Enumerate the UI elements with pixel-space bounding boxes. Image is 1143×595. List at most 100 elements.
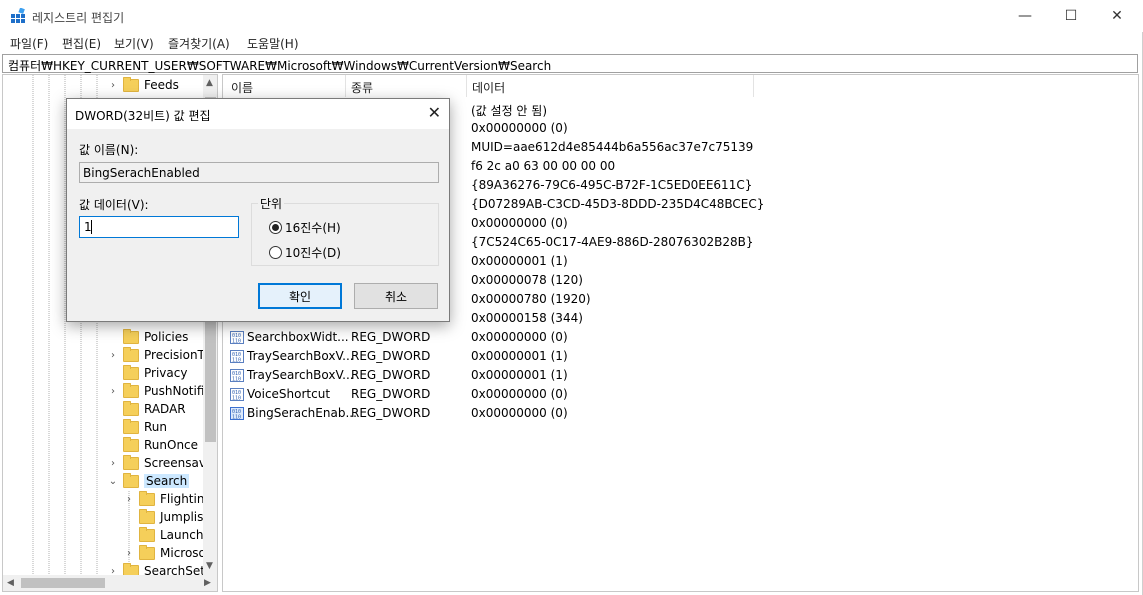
row-data: 0x00000000 (0) [471, 330, 568, 344]
registry-editor-window: 레지스트리 편집기 — ☐ ✕ 파일(F) 편집(E) 보기(V) 즐겨찾기(A… [0, 0, 1143, 595]
dialog-close-icon[interactable]: ✕ [428, 103, 441, 122]
text-caret [91, 220, 92, 234]
reg-binary-value-icon: 010110 [230, 369, 244, 382]
radio-decimal[interactable]: 10진수(D) [269, 244, 341, 261]
expand-chevron-icon [123, 529, 135, 541]
tree-horizontal-scrollbar[interactable]: ◀ ▶ [3, 575, 217, 591]
folder-icon [139, 490, 155, 506]
folder-icon [139, 544, 155, 560]
dialog-title-bar[interactable]: DWORD(32비트) 값 편집 ✕ [67, 99, 449, 129]
svg-text:110: 110 [232, 396, 241, 402]
row-data: MUID=aae612d4e85444b6a556ac37e7c75139 [471, 140, 754, 154]
tree-item-screensave[interactable]: › Screensave [107, 454, 213, 472]
folder-icon [123, 400, 139, 416]
tree-item-feeds[interactable]: › Feeds [107, 76, 179, 94]
row-data: 0x00000001 (1) [471, 368, 568, 382]
cancel-button[interactable]: 취소 [354, 283, 438, 309]
expand-chevron-icon [107, 331, 119, 343]
menu-file[interactable]: 파일(F) [10, 35, 48, 52]
row-data: 0x00000001 (1) [471, 254, 568, 268]
expand-chevron-icon[interactable]: › [107, 349, 119, 361]
maximize-button[interactable]: ☐ [1048, 0, 1094, 32]
tree-item-policies[interactable]: Policies [107, 328, 188, 346]
row-data: 0x00000000 (0) [471, 216, 568, 230]
row-name: TraySearchBoxV... [247, 349, 354, 363]
expand-chevron-icon[interactable]: › [107, 457, 119, 469]
expand-chevron-icon [123, 511, 135, 523]
address-bar[interactable]: 컴퓨터₩HKEY_CURRENT_USER₩SOFTWARE₩Microsoft… [2, 54, 1138, 73]
reg-binary-value-icon: 010110 [230, 331, 244, 344]
column-header-type[interactable]: 종류 [351, 79, 373, 96]
scroll-right-arrow-icon[interactable]: ▶ [204, 578, 211, 588]
column-separator[interactable] [753, 75, 754, 97]
expand-chevron-icon[interactable]: › [107, 79, 119, 91]
row-data: {D07289AB-C3CD-45D3-8DDD-235D4C48BCEC} [471, 197, 765, 211]
tree-item-privacy[interactable]: Privacy [107, 364, 187, 382]
tree-item-runonce[interactable]: RunOnce [107, 436, 198, 454]
row-name: BingSerachEnab... [247, 406, 357, 420]
column-separator[interactable] [345, 75, 346, 97]
column-header-data[interactable]: 데이터 [472, 79, 505, 96]
base-label: 단위 [258, 195, 285, 212]
tree-horizontal-scroll-thumb[interactable] [21, 578, 105, 588]
table-row[interactable]: 010 110 VoiceShortcut REG_DWORD 0x0000000… [223, 385, 1138, 404]
folder-icon [123, 418, 139, 434]
column-header-name[interactable]: 이름 [231, 79, 253, 96]
tree-item-microso[interactable]: › Microso [123, 544, 206, 562]
close-button[interactable]: ✕ [1094, 0, 1140, 32]
folder-icon [123, 382, 139, 398]
folder-icon [139, 526, 155, 542]
reg-binary-value-icon: 010110 [230, 407, 244, 420]
row-name: SearchboxWidt... [247, 330, 349, 344]
tree-item-jumplist[interactable]: Jumplist [123, 508, 208, 526]
table-row[interactable]: 010 110 SearchboxWidt... REG_DWORD 0x0000… [223, 328, 1138, 347]
tree-item-pushnotific[interactable]: › PushNotific [107, 382, 211, 400]
minimize-button[interactable]: — [1002, 0, 1048, 32]
folder-icon [123, 454, 139, 470]
folder-icon [123, 346, 139, 362]
folder-icon [123, 328, 139, 344]
scroll-up-arrow-icon[interactable]: ▲ [206, 78, 213, 88]
scroll-down-arrow-icon[interactable]: ▼ [206, 561, 213, 571]
ok-button[interactable]: 확인 [258, 283, 342, 309]
row-data: 0x00000000 (0) [471, 121, 568, 135]
menu-favorites[interactable]: 즐겨찾기(A) [168, 35, 230, 52]
menu-view[interactable]: 보기(V) [114, 35, 154, 52]
tree-item-launch[interactable]: Launch [123, 526, 203, 544]
radio-hexadecimal[interactable]: 16진수(H) [269, 219, 341, 236]
column-separator[interactable] [466, 75, 467, 97]
svg-text:110: 110 [232, 339, 241, 345]
table-row[interactable]: 010 110 BingSerachEnab... REG_DWORD 0x000… [223, 404, 1138, 423]
row-data: 0x00000000 (0) [471, 387, 568, 401]
radio-unselected-icon[interactable] [269, 246, 282, 259]
expand-chevron-icon[interactable]: › [123, 547, 135, 559]
row-data: {7C524C65-0C17-4AE9-886D-28076302B28B} [471, 235, 754, 249]
row-data: (값 설정 안 됨) [471, 104, 548, 118]
svg-text:110: 110 [232, 358, 241, 364]
value-data-input[interactable]: 1 [79, 216, 239, 238]
value-name-field: BingSerachEnabled [79, 162, 439, 183]
row-data: 0x00000078 (120) [471, 273, 583, 287]
tree-item-radar[interactable]: RADAR [107, 400, 186, 418]
row-data: {89A36276-79C6-495C-B72F-1C5ED0EE611C} [471, 178, 753, 192]
window-title: 레지스트리 편집기 [32, 11, 125, 25]
title-bar: 레지스트리 편집기 — ☐ ✕ [0, 0, 1143, 32]
value-name-label: 값 이름(N): [79, 143, 139, 157]
row-type: REG_DWORD [351, 349, 431, 363]
table-row[interactable]: 010 110 TraySearchBoxV... REG_DWORD 0x000… [223, 347, 1138, 366]
scroll-left-arrow-icon[interactable]: ◀ [7, 578, 14, 588]
menu-help[interactable]: 도움말(H) [247, 35, 299, 52]
row-data: f6 2c a0 63 00 00 00 00 [471, 159, 616, 173]
table-row[interactable]: 010 110 TraySearchBoxV... REG_DWORD 0x000… [223, 366, 1138, 385]
radio-selected-icon[interactable] [269, 221, 282, 234]
tree-item-run[interactable]: Run [107, 418, 167, 436]
tree-item-flighting[interactable]: › Flighting [123, 490, 212, 508]
row-data: 0x00000001 (1) [471, 349, 568, 363]
expand-chevron-icon[interactable]: › [107, 385, 119, 397]
tree-item-search[interactable]: ⌄ Search [107, 472, 190, 490]
menu-edit[interactable]: 편집(E) [62, 35, 101, 52]
collapse-chevron-icon[interactable]: ⌄ [107, 475, 119, 487]
expand-chevron-icon[interactable]: › [123, 493, 135, 505]
row-data: 0x00000158 (344) [471, 311, 583, 325]
tree-item-precisiontc[interactable]: › PrecisionTc [107, 346, 209, 364]
